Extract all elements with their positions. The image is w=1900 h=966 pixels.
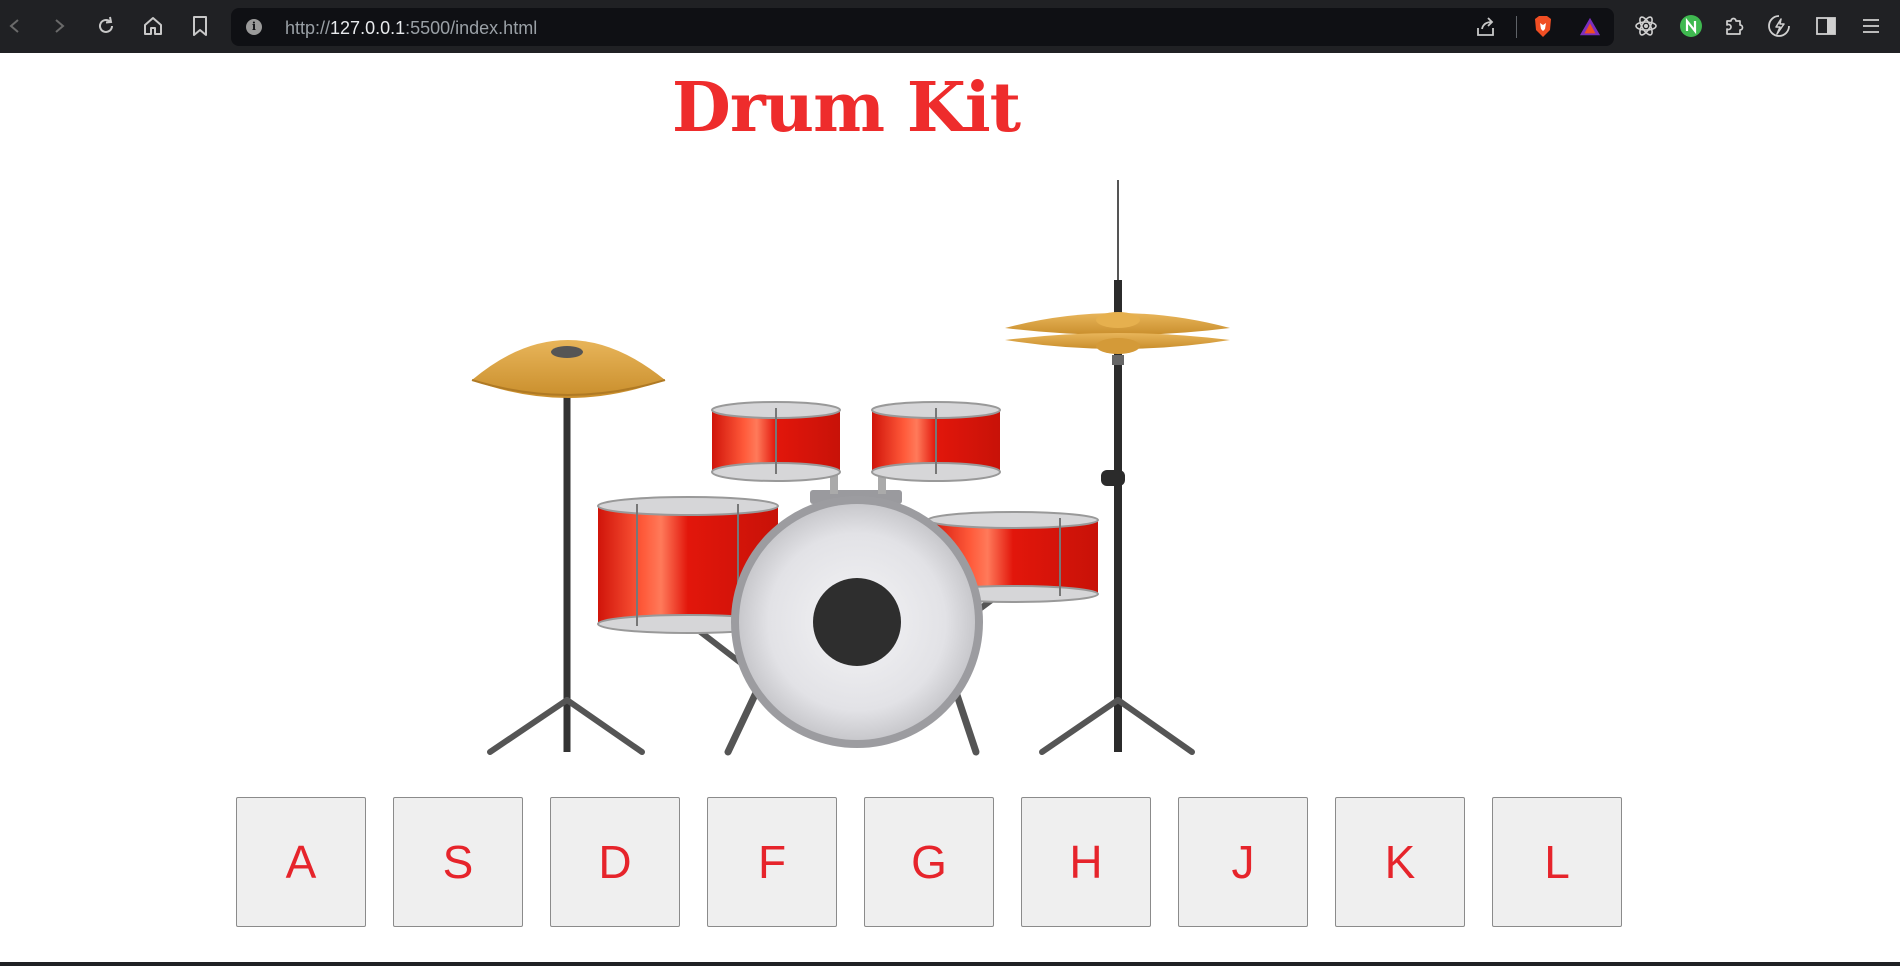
url-path: :5500/index.html: [405, 18, 538, 38]
drum-pads: A S D F G H J K L: [236, 797, 1622, 927]
back-icon[interactable]: [0, 11, 30, 41]
reload-icon[interactable]: [91, 11, 121, 41]
site-info-icon[interactable]: i: [246, 19, 262, 35]
url-scheme: http://: [285, 18, 331, 38]
drum-pad-l[interactable]: L: [1492, 797, 1622, 927]
address-bar[interactable]: i http://127.0.0.1:5500/index.html: [231, 8, 1614, 46]
brave-shields-icon[interactable]: [1532, 16, 1554, 38]
url-separator: [1516, 16, 1517, 38]
drum-pad-a[interactable]: A: [236, 797, 366, 927]
bass-drum: [731, 496, 983, 748]
window-bottom-edge: [0, 962, 1900, 966]
drum-pad-d[interactable]: D: [550, 797, 680, 927]
drum-pad-g[interactable]: G: [864, 797, 994, 927]
rack-tom-right: [871, 401, 1001, 482]
brave-rewards-icon[interactable]: [1579, 16, 1601, 38]
hi-hat-cymbal: [1005, 180, 1230, 755]
node-extension-icon[interactable]: [1678, 13, 1704, 39]
url-text[interactable]: http://127.0.0.1:5500/index.html: [285, 18, 537, 39]
speed-dial-icon[interactable]: [1766, 13, 1792, 39]
bookmark-icon[interactable]: [185, 11, 215, 41]
page-title: Drum Kit: [671, 68, 1021, 148]
browser-toolbar: i http://127.0.0.1:5500/index.html: [0, 0, 1900, 53]
share-icon[interactable]: [1475, 16, 1497, 38]
sidebar-toggle-icon[interactable]: [1813, 13, 1839, 39]
extensions-puzzle-icon[interactable]: [1721, 13, 1747, 39]
forward-icon[interactable]: [44, 11, 74, 41]
menu-icon[interactable]: [1858, 13, 1884, 39]
url-host: 127.0.0.1: [330, 18, 406, 38]
drum-pad-j[interactable]: J: [1178, 797, 1308, 927]
home-icon[interactable]: [138, 11, 168, 41]
drum-pad-k[interactable]: K: [1335, 797, 1465, 927]
drum-pad-s[interactable]: S: [393, 797, 523, 927]
drum-pad-f[interactable]: F: [707, 797, 837, 927]
rack-tom-left: [711, 401, 841, 482]
react-devtools-icon[interactable]: [1633, 13, 1659, 39]
drum-kit-image: [460, 170, 1260, 760]
drum-pad-h[interactable]: H: [1021, 797, 1151, 927]
